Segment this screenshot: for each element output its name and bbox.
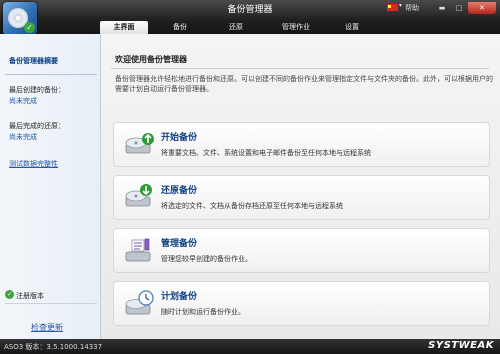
card-title: 计划备份 <box>161 292 198 302</box>
registered-version-label: 注册版本 <box>16 292 44 300</box>
chevron-down-icon[interactable]: ▾ <box>399 2 402 9</box>
card-title: 开始备份 <box>161 133 198 143</box>
check-icon: ✓ <box>5 290 14 299</box>
language-flag-icon[interactable] <box>387 4 398 11</box>
card-description: 随时计划和运行备份作业。 <box>161 308 245 316</box>
systweak-logo: SYSTWEAK <box>428 340 494 351</box>
summary-sidebar: 备份管理器摘要 最后创建的备份： 尚未完成 最后完成的还原： 尚未完成 测试数据… <box>0 34 101 339</box>
last-backup-value: 尚未完成 <box>9 97 37 105</box>
check-updates-link[interactable]: 检查更新 <box>31 322 63 333</box>
test-data-integrity-link[interactable]: 测试数据完整性 <box>9 159 58 169</box>
card-description: 将选定的文件、文档从备份存档还原至任何本地与远程系统 <box>161 202 343 210</box>
restore-backup-card[interactable]: 还原备份 将选定的文件、文档从备份存档还原至任何本地与远程系统 <box>113 175 490 220</box>
divider <box>111 68 489 69</box>
card-description: 管理您较早创建的备份作业。 <box>161 255 252 263</box>
divider <box>5 303 97 304</box>
help-menu[interactable]: 帮助 <box>405 2 419 14</box>
main-panel: 欢迎使用备份管理器 备份管理器允许轻松地进行备份和还原。可以创建不同的备份作业来… <box>101 34 500 339</box>
card-description: 将重要文档、文件、系统设置和电子邮件备份至任何本地与远程系统 <box>161 149 371 157</box>
start-backup-card[interactable]: 开始备份 将重要文档、文件、系统设置和电子邮件备份至任何本地与远程系统 <box>113 122 490 167</box>
backup-manager-window: ✓ 备份管理器 ▾ 帮助 ▬ □ ✕ 主界面 备份 还原 管理作业 设置 备份管… <box>0 0 500 354</box>
tab-home[interactable]: 主界面 <box>100 21 148 34</box>
close-button[interactable]: ✕ <box>468 2 496 14</box>
restore-backup-icon <box>125 184 152 207</box>
minimize-button[interactable]: ▬ <box>434 2 450 14</box>
divider <box>5 74 97 75</box>
window-title: 备份管理器 <box>227 5 273 15</box>
maximize-button[interactable]: □ <box>451 2 467 14</box>
tab-settings[interactable]: 设置 <box>328 21 376 34</box>
sidebar-heading: 备份管理器摘要 <box>9 57 58 65</box>
title-bar: ✓ 备份管理器 ▾ 帮助 ▬ □ ✕ 主界面 备份 还原 管理作业 设置 <box>0 0 500 35</box>
status-bar: ASO3 版本：3.5.1000.14337 SYSTWEAK <box>0 339 500 354</box>
tab-backup[interactable]: 备份 <box>156 21 204 34</box>
card-title: 还原备份 <box>161 186 198 196</box>
manage-backup-card[interactable]: 管理备份 管理您较早创建的备份作业。 <box>113 228 490 273</box>
last-restore-value: 尚未完成 <box>9 133 37 141</box>
version-text: ASO3 版本：3.5.1000.14337 <box>4 343 103 351</box>
intro-text: 备份管理器允许轻松地进行备份和还原。可以创建不同的备份作业来管理指定文件与文件夹… <box>115 75 493 93</box>
tab-restore[interactable]: 还原 <box>212 21 260 34</box>
page-title: 欢迎使用备份管理器 <box>115 55 187 64</box>
tab-manage-jobs[interactable]: 管理作业 <box>270 21 322 34</box>
card-title: 管理备份 <box>161 239 198 249</box>
schedule-backup-icon <box>125 290 154 315</box>
manage-backup-icon <box>125 238 151 262</box>
schedule-backup-card[interactable]: 计划备份 随时计划和运行备份作业。 <box>113 281 490 326</box>
start-backup-icon <box>125 133 154 154</box>
last-restore-label: 最后完成的还原： <box>9 122 65 130</box>
last-backup-label: 最后创建的备份： <box>9 86 65 94</box>
